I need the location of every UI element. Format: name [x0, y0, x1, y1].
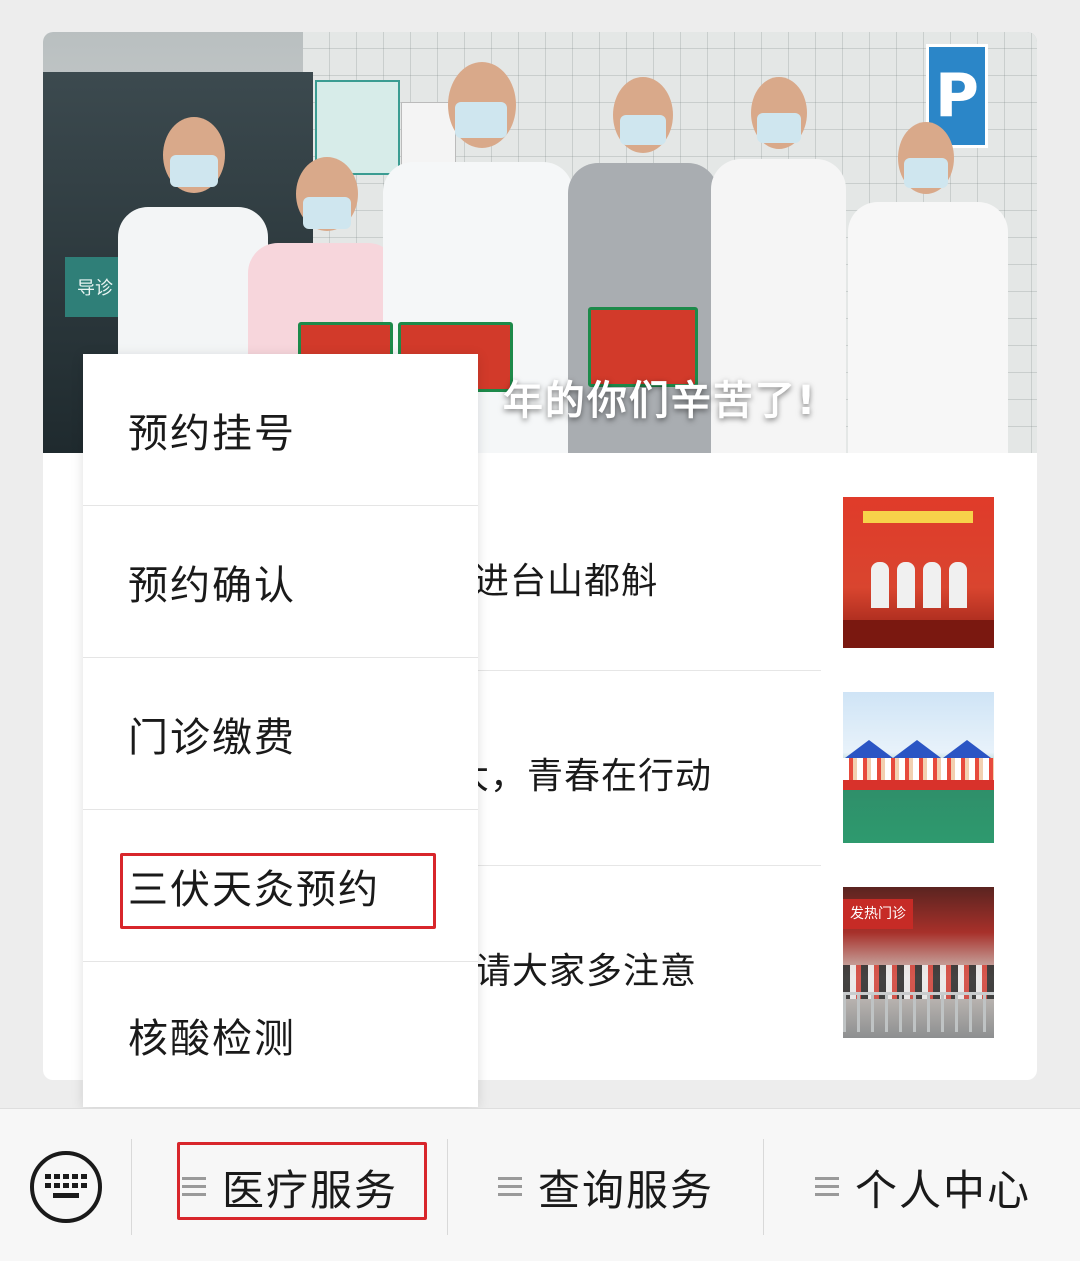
- menu-tab-medical-service[interactable]: 医疗服务: [135, 1147, 445, 1227]
- news-title: 进台山都斛: [473, 561, 659, 602]
- menubar-divider: [131, 1139, 132, 1235]
- menu-item-appointment[interactable]: 预约挂号: [83, 354, 478, 506]
- menu-tab-label: 个人中心: [854, 1165, 1031, 1215]
- menu-tab-query-service[interactable]: 查询服务: [450, 1147, 762, 1227]
- bottom-menu-bar: 医疗服务 查询服务 个人中心: [0, 1108, 1080, 1261]
- menu-lines-icon: [814, 1177, 839, 1197]
- news-thumbnail: [843, 692, 994, 843]
- keyboard-icon[interactable]: [30, 1151, 102, 1223]
- news-title: 大，青春在行动: [453, 756, 713, 797]
- menu-lines-icon: [497, 1177, 522, 1197]
- menu-item-outpatient-payment[interactable]: 门诊缴费: [83, 658, 478, 810]
- submenu-popup: 预约挂号 预约确认 门诊缴费 三伏天灸预约 核酸检测: [83, 354, 478, 1107]
- menubar-divider: [763, 1139, 764, 1235]
- thumbnail-sign: 发热门诊: [843, 899, 913, 929]
- hero-door-sign: 导诊: [65, 257, 125, 317]
- news-title: 请大家多注意: [475, 951, 698, 992]
- news-divider: [478, 670, 821, 671]
- news-thumbnail: [843, 497, 994, 648]
- menu-item-sanfu-moxibustion[interactable]: 三伏天灸预约: [83, 810, 478, 962]
- menu-lines-icon: [181, 1177, 206, 1197]
- news-divider: [478, 865, 821, 866]
- menubar-divider: [447, 1139, 448, 1235]
- menu-tab-label: 医疗服务: [221, 1165, 398, 1215]
- news-thumbnail: 发热门诊: [843, 887, 994, 1038]
- menu-item-nucleic-acid-test[interactable]: 核酸检测: [83, 962, 478, 1107]
- menu-tab-label: 查询服务: [537, 1165, 714, 1215]
- menu-tab-personal-center[interactable]: 个人中心: [766, 1147, 1080, 1227]
- menu-item-appointment-confirm[interactable]: 预约确认: [83, 506, 478, 658]
